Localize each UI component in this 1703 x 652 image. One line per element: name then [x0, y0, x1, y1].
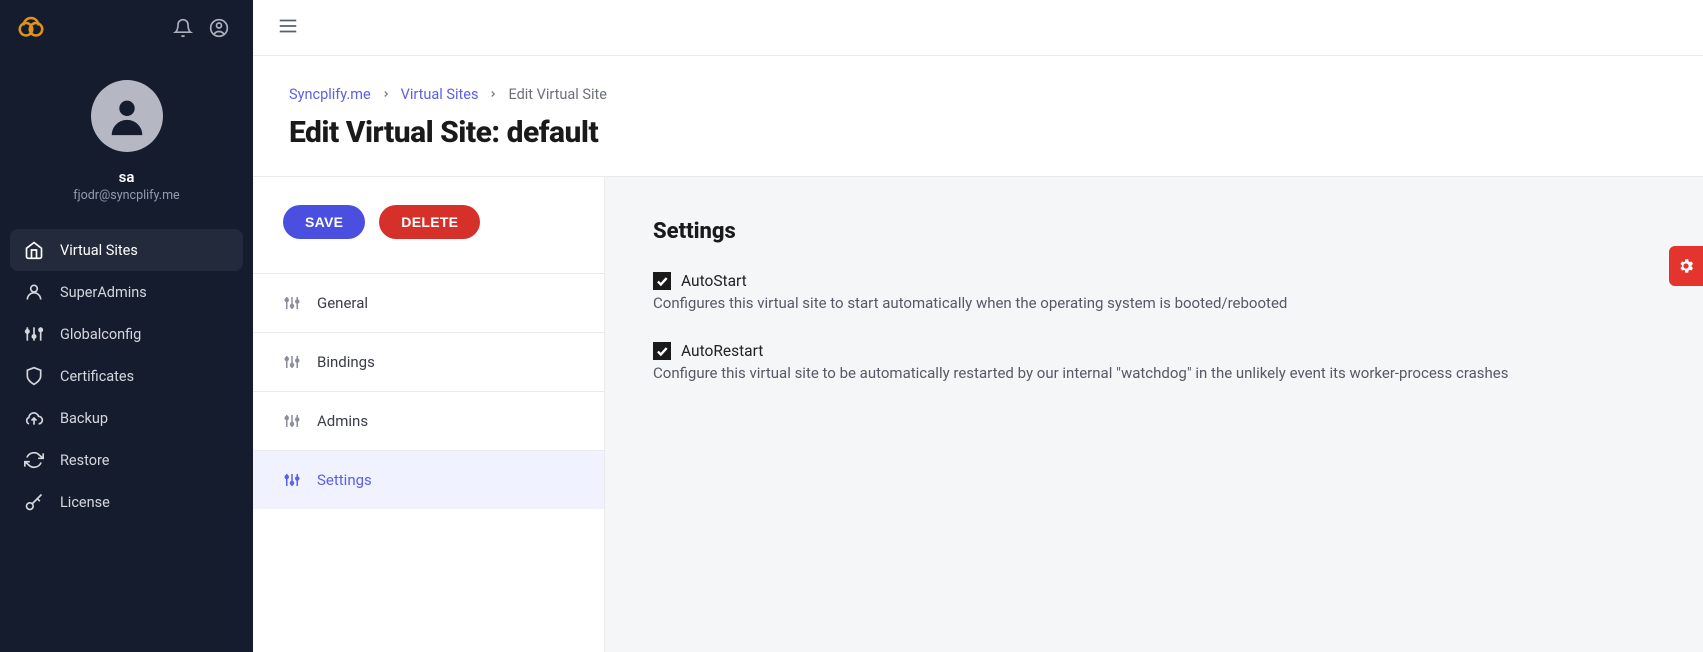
subnav-settings[interactable]: Settings: [253, 451, 604, 509]
content: Syncplify.me Virtual Sites Edit Virtual …: [253, 56, 1703, 652]
sidebar-item-superadmins[interactable]: SuperAdmins: [10, 271, 243, 313]
checkbox-autostart[interactable]: [653, 272, 671, 290]
breadcrumb-link-root[interactable]: Syncplify.me: [289, 86, 371, 103]
avatar: [91, 80, 163, 152]
section-title: Settings: [653, 219, 1655, 244]
page-header: Syncplify.me Virtual Sites Edit Virtual …: [253, 56, 1703, 176]
floating-settings-button[interactable]: [1669, 246, 1703, 286]
gear-icon: [1677, 257, 1695, 275]
sidebar-item-label: SuperAdmins: [60, 284, 147, 301]
sidebar-item-globalconfig[interactable]: Globalconfig: [10, 313, 243, 355]
sidebar-item-label: Globalconfig: [60, 326, 141, 343]
save-button[interactable]: SAVE: [283, 205, 365, 239]
subnav-label: Admins: [317, 412, 368, 430]
setting-description: Configure this virtual site to be automa…: [653, 364, 1655, 382]
profile-username: sa: [119, 168, 135, 186]
action-buttons: SAVE DELETE: [253, 177, 604, 273]
subnav-label: General: [317, 294, 368, 312]
main: Syncplify.me Virtual Sites Edit Virtual …: [253, 0, 1703, 652]
sidebar-item-label: License: [60, 494, 110, 511]
app-logo-icon: [16, 13, 46, 43]
check-icon: [655, 274, 669, 288]
sidebar-item-restore[interactable]: Restore: [10, 439, 243, 481]
setting-description: Configures this virtual site to start au…: [653, 294, 1655, 312]
sliders-icon: [283, 412, 301, 430]
subnav-bindings[interactable]: Bindings: [253, 333, 604, 392]
sliders-icon: [283, 294, 301, 312]
setting-autostart: AutoStart Configures this virtual site t…: [653, 272, 1655, 312]
setting-label: AutoRestart: [681, 342, 763, 360]
sidebar: sa fjodr@syncplify.me Virtual Sites Supe…: [0, 0, 253, 652]
sidebar-nav: Virtual Sites SuperAdmins Globalconfig C…: [0, 223, 253, 529]
page-title: Edit Virtual Site: default: [289, 115, 1667, 150]
sidebar-item-license[interactable]: License: [10, 481, 243, 523]
sliders-icon: [24, 324, 44, 344]
check-icon: [655, 344, 669, 358]
refresh-icon: [24, 450, 44, 470]
profile-email: fjodr@syncplify.me: [73, 188, 179, 203]
cloud-upload-icon: [24, 408, 44, 428]
panel-row: SAVE DELETE General Bindings Admins: [253, 176, 1703, 652]
sidebar-item-label: Restore: [60, 452, 109, 469]
breadcrumb: Syncplify.me Virtual Sites Edit Virtual …: [289, 86, 1667, 103]
profile-block: sa fjodr@syncplify.me: [0, 56, 253, 223]
sidebar-item-label: Certificates: [60, 368, 134, 385]
menu-toggle-icon[interactable]: [277, 15, 299, 41]
sliders-icon: [283, 353, 301, 371]
subnav-admins[interactable]: Admins: [253, 392, 604, 451]
settings-panel: Settings AutoStart Configures this virtu…: [605, 177, 1703, 652]
setting-label: AutoStart: [681, 272, 747, 290]
sidebar-item-label: Virtual Sites: [60, 242, 138, 259]
home-icon: [24, 240, 44, 260]
sidebar-top: [0, 0, 253, 56]
left-panel: SAVE DELETE General Bindings Admins: [253, 177, 605, 652]
breadcrumb-current: Edit Virtual Site: [508, 86, 607, 103]
subnav-label: Settings: [317, 471, 372, 489]
sidebar-item-certificates[interactable]: Certificates: [10, 355, 243, 397]
checkbox-autorestart[interactable]: [653, 342, 671, 360]
subnav-general[interactable]: General: [253, 274, 604, 333]
shield-icon: [24, 366, 44, 386]
subnav: General Bindings Admins Settings: [253, 273, 604, 509]
key-icon: [24, 492, 44, 512]
sliders-icon: [283, 471, 301, 489]
chevron-right-icon: [488, 88, 498, 102]
user-circle-icon[interactable]: [201, 10, 237, 46]
setting-autorestart: AutoRestart Configure this virtual site …: [653, 342, 1655, 382]
chevron-right-icon: [381, 88, 391, 102]
sidebar-item-backup[interactable]: Backup: [10, 397, 243, 439]
breadcrumb-link-virtual-sites[interactable]: Virtual Sites: [401, 86, 479, 103]
sidebar-item-virtual-sites[interactable]: Virtual Sites: [10, 229, 243, 271]
topbar: [253, 0, 1703, 56]
delete-button[interactable]: DELETE: [379, 205, 480, 239]
user-icon: [24, 282, 44, 302]
sidebar-item-label: Backup: [60, 410, 108, 427]
subnav-label: Bindings: [317, 353, 375, 371]
bell-icon[interactable]: [165, 10, 201, 46]
